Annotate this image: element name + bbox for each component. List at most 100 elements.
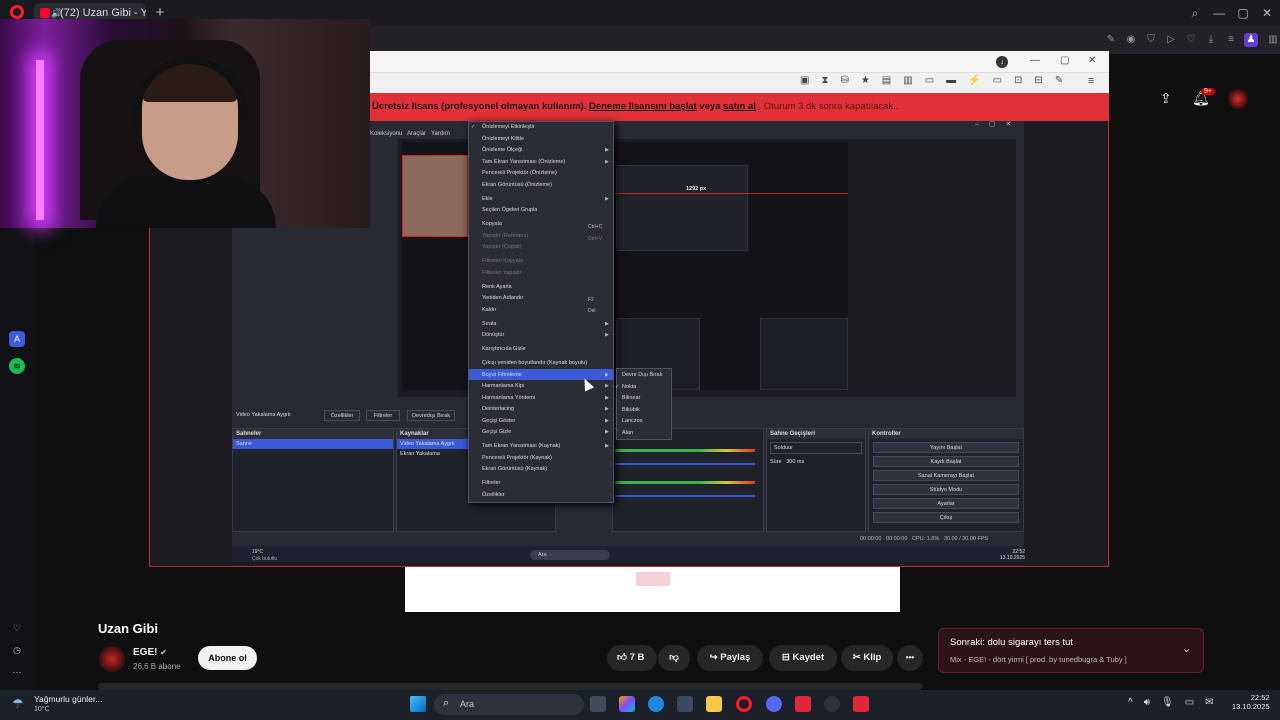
duration-label: Süre (770, 459, 782, 465)
shield-icon[interactable]: ⛉ (1144, 33, 1158, 47)
nested-preview (616, 165, 748, 251)
play-icon[interactable]: ▷ (1164, 33, 1178, 47)
hamburger-icon: ≡ (1088, 75, 1095, 87)
taskbar-clock[interactable]: 22:52 13.10.2025 (1232, 693, 1270, 711)
context-menu-item: Filtreleri Kopyala (482, 258, 523, 264)
channel-avatar[interactable] (99, 646, 125, 672)
maximize-button[interactable]: ▢ (1232, 4, 1254, 22)
obs-window-controls: –▢✕ (975, 121, 1022, 128)
camera-icon[interactable]: ◉ (1124, 33, 1138, 47)
submenu-arrow-icon: ▶ (605, 429, 609, 435)
submenu-arrow-icon: ▶ (605, 371, 609, 378)
duration-value: 300 ms (786, 459, 805, 465)
taskbar-search[interactable]: Ara (434, 694, 584, 715)
clock-time: 22:52 (1250, 693, 1270, 702)
context-menu-item: Ekran Görüntüsü (Önizleme) (482, 181, 552, 188)
context-menu-item: Pencereli Projektör (Kaynak) (482, 454, 553, 461)
context-menu-item: Deinterlacing (482, 406, 515, 412)
download-icon[interactable]: ⤓ (1204, 33, 1218, 47)
streamer-body (96, 176, 276, 228)
context-menu-item: Önizleme Ölçeği (482, 147, 523, 153)
license-banner: Ücretsiz lisans (profesyonel olmayan kul… (370, 93, 1109, 121)
context-menu-item: Kopyala (482, 221, 502, 227)
verified-icon: ✔ (160, 648, 167, 657)
history-icon[interactable]: ◷ (9, 642, 25, 658)
subscriber-count: 26,6 B abone (133, 662, 181, 671)
store-icon[interactable] (677, 696, 693, 712)
file-explorer-icon[interactable] (706, 696, 722, 712)
dislike-button[interactable]: 👎︎ (658, 645, 690, 671)
edit-icon[interactable]: ✎ (1104, 33, 1118, 47)
volume-slider (615, 495, 755, 497)
exit-button: Çıkış (873, 512, 1019, 523)
more-icon[interactable]: ⋯ (9, 664, 25, 680)
inner-temp: 19°C (252, 549, 264, 555)
banner-text: Ücretsiz lisans (profesyonel olmayan kul… (372, 101, 587, 112)
guide-line (616, 193, 848, 194)
tab-title: (72) Uzan Gibi - YouTu (60, 7, 146, 19)
more-actions-button[interactable]: ••• (897, 645, 923, 671)
sidebar-toggle-icon[interactable]: ▥ (1266, 33, 1280, 47)
audio-mixer-dock (612, 428, 764, 532)
chevron-down-icon[interactable]: ⌄ (1182, 642, 1191, 655)
task-view-icon[interactable] (590, 696, 606, 712)
context-menu-item: Yapıştır (Çoğalt) (482, 244, 522, 250)
profile-icon[interactable]: ♟ (1244, 33, 1258, 47)
context-menu-item: Ekran Görüntüsü (Kaynak) (482, 466, 548, 472)
submenu-arrow-icon: ▶ (605, 406, 609, 412)
share-button[interactable]: ↪ Paylaş (697, 645, 763, 671)
source-name: Video Yakalama Aygıtı (236, 412, 291, 418)
inner-maximize-icon: ▢ (1060, 55, 1070, 66)
context-menu-item: Renk Ayarla (482, 283, 512, 290)
minimize-button[interactable]: — (1208, 4, 1230, 22)
system-tray-icons[interactable]: ^🔊︎🎙︎▭✉ (1128, 697, 1225, 708)
copilot-icon[interactable] (619, 696, 635, 712)
opera-icon[interactable] (736, 696, 752, 712)
spotify-icon[interactable]: ≋ (9, 358, 25, 374)
studio-mode-button: Stüdyo Modu (873, 484, 1019, 495)
windows-taskbar (0, 690, 1280, 720)
channel-name[interactable]: EGE! ✔ (133, 647, 167, 658)
dislike-icon: 👎︎ (669, 652, 679, 663)
submenu-arrow-icon: ▶ (605, 158, 609, 165)
search-label: Ara (460, 699, 475, 709)
context-menu-item: Önizlemeyi Kilitle (482, 135, 524, 142)
meter-bar (615, 481, 755, 484)
context-menu-item: Önizlemeyi Etkinleştir (482, 124, 535, 130)
download-icon: ↓ (996, 56, 1008, 68)
obs-icon[interactable] (824, 696, 840, 712)
subscribe-button[interactable]: Abone ol (198, 646, 257, 670)
menu-icon[interactable]: ≡ (1224, 33, 1238, 47)
context-menu-item: Geçişi Gizle (482, 429, 512, 435)
submenu-arrow-icon: ▶ (605, 394, 609, 401)
weather-text[interactable]: Yağmurlu günler... (34, 694, 102, 704)
aria-icon[interactable]: A (9, 331, 25, 347)
context-menu-item: Yapıştır (Referans) (482, 232, 529, 239)
inner-clock: 22:52 13.10.2025 (1000, 549, 1025, 561)
discord-icon[interactable] (766, 696, 782, 712)
edge-icon[interactable] (648, 696, 664, 712)
search-tabs-icon[interactable]: ⌕ (1184, 4, 1206, 22)
scenes-title: Sahneler (233, 429, 393, 439)
heart-icon[interactable]: ♡ (9, 620, 25, 636)
account-avatar[interactable] (1228, 89, 1248, 109)
menu-help: Yardım (430, 131, 450, 137)
save-button[interactable]: ⊟ Kaydet (769, 645, 837, 671)
upload-icon[interactable]: ⇪ (1160, 90, 1172, 107)
windows-start-icon[interactable] (410, 696, 426, 712)
context-menu-item: Seçilen Ögeleri Grupla (482, 207, 538, 213)
submenu-arrow-icon: ▶ (605, 383, 609, 389)
heart-icon[interactable]: ♡ (1184, 33, 1198, 47)
video-title: Uzan Gibi (98, 621, 158, 636)
volume-slider (615, 463, 755, 465)
share-icon: ↪ (709, 652, 718, 663)
recorder-icon[interactable] (853, 696, 869, 712)
clip-button[interactable]: ✂ Klip (841, 645, 893, 671)
up-next-card[interactable] (938, 628, 1204, 673)
like-button[interactable]: 👍︎ 7 B (607, 645, 657, 671)
app-icon[interactable] (795, 696, 811, 712)
submenu-item: Lanczos (622, 418, 643, 425)
close-button[interactable]: ✕ (1256, 4, 1278, 22)
context-menu-item: Harmanlama Kipi (482, 383, 525, 389)
neon-light (36, 60, 44, 220)
